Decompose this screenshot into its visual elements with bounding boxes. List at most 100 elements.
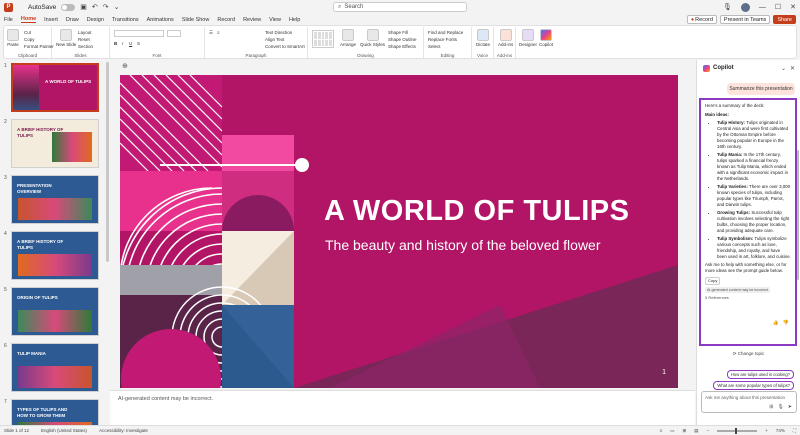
numbering-icon[interactable]: ≡ <box>217 30 220 35</box>
font-size-dropdown[interactable] <box>167 30 181 37</box>
microphone-icon[interactable]: 🎙 <box>723 3 732 11</box>
designer-button[interactable]: Designer <box>519 29 537 47</box>
customize-toolbar-chevron-icon[interactable]: ⌄ <box>114 3 120 11</box>
suggestion-chip-2[interactable]: What are some popular types of tulips? <box>713 381 794 390</box>
save-icon[interactable]: ▣ <box>80 3 87 11</box>
copilot-button[interactable]: Copilot <box>539 29 553 47</box>
slide-sorter-icon[interactable]: ⊞ <box>683 428 687 434</box>
main-slide[interactable]: A WORLD OF TULIPS The beauty and history… <box>120 75 678 388</box>
slide-thumbnail[interactable]: ORIGIN OF TULIPS <box>11 287 99 336</box>
undo-icon[interactable]: ↶ <box>92 3 98 11</box>
microphone-icon[interactable]: 🎙 <box>777 404 783 410</box>
arrange-button[interactable]: Arrange <box>340 29 356 47</box>
slide-thumbnail[interactable]: TULIP MANIA <box>11 343 99 392</box>
zoom-slider[interactable] <box>717 427 758 434</box>
tab-slide-show[interactable]: Slide Show <box>182 17 210 23</box>
slide-thumbnail-row[interactable]: 5 ORIGIN OF TULIPS <box>4 287 104 336</box>
copy-button[interactable]: Copy <box>24 37 35 42</box>
minimize-icon[interactable]: — <box>759 4 766 11</box>
maximize-icon[interactable]: ☐ <box>775 3 781 11</box>
change-topic-button[interactable]: ⟳ Change topic <box>697 351 800 357</box>
new-slide-button[interactable]: New Slide <box>56 29 76 47</box>
bullets-icon[interactable]: ☰ <box>209 30 213 36</box>
slide-thumbnail-row[interactable]: 3 PRESENTATION OVERVIEW <box>4 175 104 224</box>
share-button[interactable]: Share <box>773 15 796 24</box>
tab-transitions[interactable]: Transitions <box>112 17 139 23</box>
underline-button[interactable]: U <box>129 41 132 46</box>
normal-view-icon[interactable]: ▭ <box>670 428 674 434</box>
copilot-scrollbar[interactable] <box>797 150 799 280</box>
tab-home[interactable]: Home <box>20 16 37 23</box>
zoom-level[interactable]: 74% <box>776 428 785 433</box>
minimize-panel-icon[interactable]: ⌄ <box>781 65 786 72</box>
slide-thumbnail-row[interactable]: 6 TULIP MANIA <box>4 343 104 392</box>
slide-view-icon[interactable]: ⊕ <box>122 62 128 70</box>
reset-button[interactable]: Reset <box>78 37 90 42</box>
reading-view-icon[interactable]: ▤ <box>694 428 698 434</box>
copilot-prompt-input[interactable]: Ask me anything about this presentation … <box>701 391 797 413</box>
tab-view[interactable]: View <box>269 17 281 23</box>
format-painter-button[interactable]: Format Painter <box>24 44 54 49</box>
close-panel-icon[interactable]: ✕ <box>790 65 795 72</box>
tab-file[interactable]: File <box>4 17 13 23</box>
slide-thumbnail-row[interactable]: 2 A BRIEF HISTORY OF TULIPS <box>4 119 104 168</box>
thumbs-up-icon[interactable]: 👍 <box>773 320 779 326</box>
present-in-teams-button[interactable]: Present in Teams <box>719 15 771 24</box>
addins-button[interactable]: Add-ins <box>498 29 513 47</box>
record-button[interactable]: ● Record <box>686 15 717 24</box>
redo-icon[interactable]: ↷ <box>103 3 109 11</box>
slide-thumbnail-row[interactable]: 4 A BRIEF HISTORY OF TULIPS <box>4 231 104 280</box>
send-icon[interactable]: ➤ <box>788 404 792 410</box>
thumbs-down-icon[interactable]: 👎 <box>783 320 789 326</box>
tab-animations[interactable]: Animations <box>147 17 174 23</box>
section-button[interactable]: Section <box>78 44 93 49</box>
shape-fill-button[interactable]: Shape Fill <box>388 30 408 35</box>
thumbnails-scrollbar[interactable] <box>106 62 109 262</box>
cut-button[interactable]: Cut <box>24 30 31 35</box>
language-indicator[interactable]: English (United States) <box>41 428 87 433</box>
notes-toggle-icon[interactable]: ≡ <box>660 428 663 433</box>
slide-thumbnail[interactable]: A BRIEF HISTORY OF TULIPS <box>11 231 99 280</box>
slide-title[interactable]: A WORLD OF TULIPS <box>324 195 629 228</box>
strikethrough-button[interactable]: S <box>137 41 140 46</box>
tab-help[interactable]: Help <box>289 17 300 23</box>
tab-record[interactable]: Record <box>217 17 235 23</box>
close-icon[interactable]: ✕ <box>790 3 796 11</box>
find-replace-button[interactable]: Find and Replace <box>428 30 463 35</box>
suggestion-chip-1[interactable]: How are tulips used in cooking? <box>726 370 794 379</box>
layout-button[interactable]: Layout <box>78 30 92 35</box>
tab-draw[interactable]: Draw <box>66 17 79 23</box>
shapes-gallery[interactable] <box>312 30 334 48</box>
accessibility-checker[interactable]: Accessibility: Investigate <box>99 428 148 433</box>
font-name-dropdown[interactable] <box>114 30 164 37</box>
slide-subtitle[interactable]: The beauty and history of the beloved fl… <box>325 237 601 253</box>
zoom-out-icon[interactable]: − <box>707 428 710 433</box>
references-toggle[interactable]: 5 References <box>705 295 791 301</box>
speaker-notes-pane[interactable]: AI-generated content may be incorrect. <box>110 390 695 425</box>
text-direction-button[interactable]: Text Direction <box>265 30 292 35</box>
search-input[interactable]: ⌕ Search <box>333 2 467 12</box>
slide-thumbnail[interactable]: A WORLD OF TULIPS <box>11 63 99 112</box>
tab-design[interactable]: Design <box>87 17 104 23</box>
fit-slide-icon[interactable]: ⛶ <box>793 428 796 433</box>
attach-icon[interactable]: ⊞ <box>769 404 773 410</box>
slide-thumbnail[interactable]: PRESENTATION OVERVIEW <box>11 175 99 224</box>
italic-button[interactable]: I <box>122 41 123 46</box>
dictate-button[interactable]: Dictate <box>476 29 490 47</box>
tab-review[interactable]: Review <box>243 17 261 23</box>
copy-button[interactable]: Copy <box>705 277 721 285</box>
select-button[interactable]: Select <box>428 44 441 49</box>
shape-outline-button[interactable]: Shape Outline <box>388 37 417 42</box>
avatar[interactable] <box>740 2 750 12</box>
align-text-button[interactable]: Align Text <box>265 37 284 42</box>
autosave-toggle[interactable] <box>61 3 76 11</box>
tab-insert[interactable]: Insert <box>44 17 58 23</box>
slide-thumbnail-row[interactable]: 1 A WORLD OF TULIPS <box>4 63 104 112</box>
bold-button[interactable]: B <box>114 41 117 46</box>
quick-styles-button[interactable]: Quick Styles <box>360 29 385 47</box>
slide-thumbnail[interactable]: A BRIEF HISTORY OF TULIPS <box>11 119 99 168</box>
convert-smartart-button[interactable]: Convert to SmartArt <box>265 44 305 49</box>
replace-fonts-button[interactable]: Replace Fonts <box>428 37 457 42</box>
paste-button[interactable]: Paste <box>7 29 19 47</box>
zoom-in-icon[interactable]: + <box>765 428 768 433</box>
